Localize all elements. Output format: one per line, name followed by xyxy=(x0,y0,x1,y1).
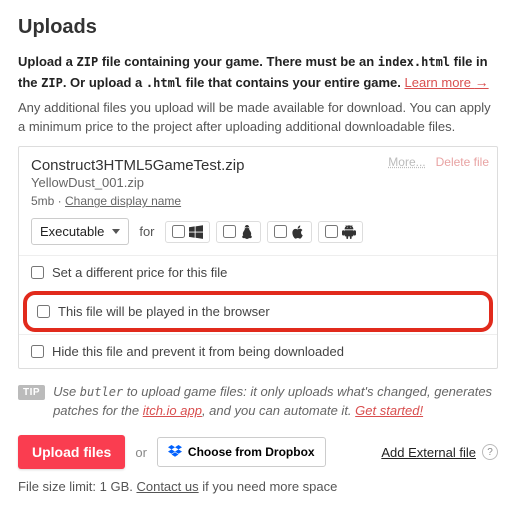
tip-badge: TIP xyxy=(18,385,45,400)
platform-linux[interactable] xyxy=(216,221,261,243)
file-subname: YellowDust_001.zip xyxy=(31,175,485,190)
option-play-in-browser[interactable]: This file will be played in the browser xyxy=(23,291,493,332)
platform-apple-checkbox[interactable] xyxy=(274,225,287,238)
intro-subtext: Any additional files you upload will be … xyxy=(18,99,498,137)
for-label: for xyxy=(139,224,154,239)
upload-card: More... Delete file Construct3HTML5GameT… xyxy=(18,146,498,369)
option-hide-file[interactable]: Hide this file and prevent it from being… xyxy=(19,334,497,368)
or-text: or xyxy=(135,445,147,460)
checkbox-play-in-browser[interactable] xyxy=(37,305,50,318)
get-started-link[interactable]: Get started! xyxy=(355,403,423,418)
file-meta: 5mb · Change display name xyxy=(31,194,485,208)
dropbox-icon xyxy=(168,444,182,460)
itch-app-link[interactable]: itch.io app xyxy=(143,403,202,418)
intro-text: Upload a ZIP file containing your game. … xyxy=(18,53,498,93)
platform-windows[interactable] xyxy=(165,221,210,243)
platform-linux-checkbox[interactable] xyxy=(223,225,236,238)
upload-files-button[interactable]: Upload files xyxy=(18,435,125,469)
delete-file-link[interactable]: Delete file xyxy=(436,155,489,169)
file-size-limit: File size limit: 1 GB. Contact us if you… xyxy=(18,479,498,494)
chevron-down-icon xyxy=(112,229,120,234)
platform-apple[interactable] xyxy=(267,221,312,243)
android-icon xyxy=(342,225,356,239)
dropbox-button[interactable]: Choose from Dropbox xyxy=(157,437,326,467)
add-external-file-link[interactable]: Add External file xyxy=(381,445,476,460)
more-link[interactable]: More... xyxy=(388,155,425,169)
learn-more-link[interactable]: Learn more → xyxy=(405,75,489,90)
file-type-select[interactable]: Executable xyxy=(31,218,129,245)
platform-android-checkbox[interactable] xyxy=(325,225,338,238)
linux-icon xyxy=(240,225,254,239)
platform-windows-checkbox[interactable] xyxy=(172,225,185,238)
apple-icon xyxy=(291,225,305,239)
tip-row: TIP Use butler to upload game files: it … xyxy=(18,383,498,421)
section-heading: Uploads xyxy=(18,16,498,39)
change-display-name-link[interactable]: Change display name xyxy=(65,194,181,208)
platform-group xyxy=(165,221,363,243)
option-different-price[interactable]: Set a different price for this file xyxy=(19,255,497,289)
help-icon[interactable]: ? xyxy=(482,444,498,460)
contact-us-link[interactable]: Contact us xyxy=(136,479,198,494)
checkbox-hide-file[interactable] xyxy=(31,345,44,358)
windows-icon xyxy=(189,225,203,239)
platform-android[interactable] xyxy=(318,221,363,243)
checkbox-different-price[interactable] xyxy=(31,266,44,279)
